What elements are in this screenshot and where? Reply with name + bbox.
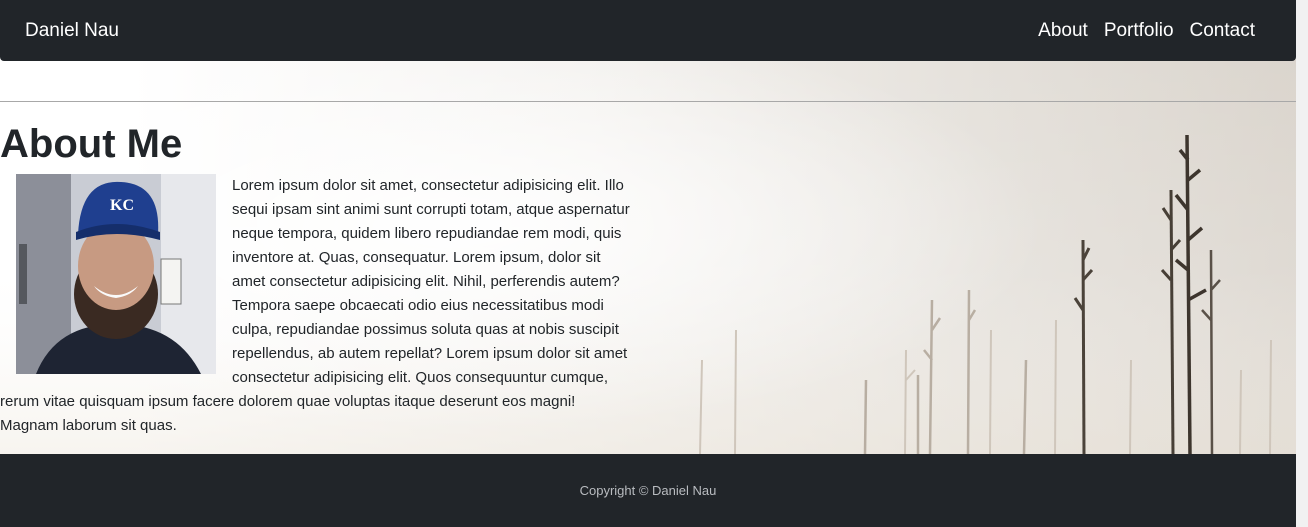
copyright-text: Copyright © Daniel Nau xyxy=(579,483,717,498)
nav-links: About Portfolio Contact xyxy=(1038,19,1255,43)
footer: Copyright © Daniel Nau xyxy=(0,454,1296,527)
brand-link[interactable]: Daniel Nau xyxy=(25,19,119,43)
scrollbar-track[interactable] xyxy=(1296,0,1308,527)
divider xyxy=(0,101,1296,102)
page: Daniel Nau About Portfolio Contact About… xyxy=(0,0,1308,527)
navbar: Daniel Nau About Portfolio Contact xyxy=(0,0,1296,61)
about-section: About Me KC Lorem ipsum dolor sit amet, … xyxy=(0,118,640,438)
page-title: About Me xyxy=(0,122,183,166)
nav-link-about[interactable]: About xyxy=(1038,19,1088,43)
about-text-block: KC Lorem ipsum dolor sit amet, consectet… xyxy=(0,174,632,438)
profile-photo: KC xyxy=(16,174,216,374)
nav-link-contact[interactable]: Contact xyxy=(1190,19,1255,43)
nav-link-portfolio[interactable]: Portfolio xyxy=(1104,19,1174,43)
svg-text:KC: KC xyxy=(110,197,134,214)
